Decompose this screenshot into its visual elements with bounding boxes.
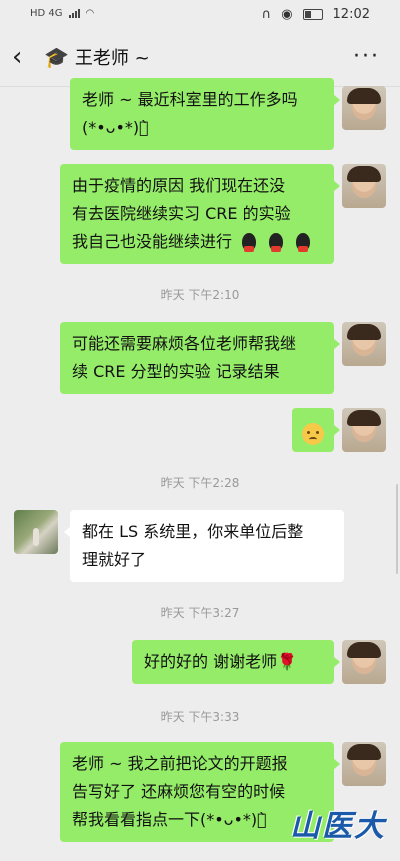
message-line-with-emoji: 我自己也没能继续进行 [72,228,322,256]
timestamp: 昨天 下午2:28 [160,476,240,490]
my-avatar[interactable] [342,86,386,130]
message-line: 续 CRE 分型的实验 记录结果 [72,362,280,381]
message-line: 帮我看看指点一下(*•ᴗ•*)ง̀ [72,810,267,829]
status-bar: HD 4G ◠ ∩ ◉ 12:02 [0,0,400,30]
timestamp: 昨天 下午2:10 [160,288,240,302]
message-line: 都在 LS 系统里，你来单位后整 [82,522,304,541]
emoji-bubble[interactable] [292,408,340,452]
network-label: HD 4G [30,8,63,19]
my-avatar[interactable] [342,640,386,684]
message-line: 好的好的 谢谢老师🌹 [144,652,298,671]
message-line: 理就好了 [82,550,147,569]
watermark-logo: 山医大 [290,809,386,844]
wifi-icon: ◠ [85,8,95,19]
teacher-avatar[interactable] [14,510,58,554]
penguin-emoji-icon [239,232,259,254]
message-line: 可能还需要麻烦各位老师帮我继 [72,334,297,353]
message-line: (*•ᴗ•*)ง̀ [82,118,149,137]
message-bubble[interactable]: 可能还需要麻烦各位老师帮我继 续 CRE 分型的实验 记录结果 [60,322,340,394]
message-list[interactable]: 老师 ~ 最近科室里的工作多吗 (*•ᴗ•*)ง̀ 由于疫情的原因 我们现在还没… [0,78,400,861]
graduation-cap-icon: 🎓 [44,45,69,69]
message-line: 老师 ~ 最近科室里的工作多吗 [82,90,298,109]
chevron-left-icon[interactable]: ‹ [12,42,22,72]
signal-icon [68,9,80,18]
message-bubble[interactable]: 由于疫情的原因 我们现在还没 有去医院继续实习 CRE 的实验 我自己也没能继续… [60,164,340,264]
contact-name: 王老师 ~ [74,48,150,69]
message-bubble[interactable]: 好的好的 谢谢老师🌹 [132,640,340,684]
message-line: 有去医院继续实习 CRE 的实验 [72,204,291,223]
scrollbar[interactable] [396,484,398,574]
headphones-icon: ∩ [261,7,272,22]
clock: 12:02 [332,7,370,22]
sad-face-emoji-icon [302,422,324,445]
message-line: 由于疫情的原因 我们现在还没 [72,176,286,195]
my-avatar[interactable] [342,322,386,366]
chat-title: 🎓 王老师 ~ [44,44,150,70]
timestamp: 昨天 下午3:33 [160,710,240,724]
penguin-emoji-icon [293,232,313,254]
more-dots-icon[interactable]: ··· [353,44,380,69]
message-bubble[interactable]: 老师 ~ 最近科室里的工作多吗 (*•ᴗ•*)ง̀ [70,78,340,150]
message-bubble[interactable]: 都在 LS 系统里，你来单位后整 理就好了 [64,510,344,582]
message-line: 老师 ~ 我之前把论文的开题报 [72,754,288,773]
my-avatar[interactable] [342,164,386,208]
signal-indicators: HD 4G ◠ [30,8,94,19]
battery-icon [302,9,323,20]
my-avatar[interactable] [342,742,386,786]
message-line: 告写好了 还麻烦您有空的时候 [72,782,286,801]
my-avatar[interactable] [342,408,386,452]
status-right: ∩ ◉ 12:02 [262,7,370,22]
timestamp: 昨天 下午3:27 [160,606,240,620]
penguin-emoji-icon [266,232,286,254]
message-line: 我自己也没能继续进行 [72,232,233,251]
eye-icon: ◉ [281,7,293,22]
